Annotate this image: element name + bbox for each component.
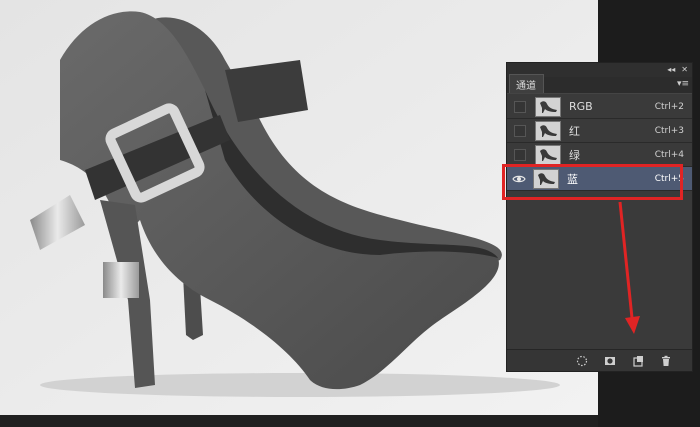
annotation-arrow	[618, 201, 640, 334]
